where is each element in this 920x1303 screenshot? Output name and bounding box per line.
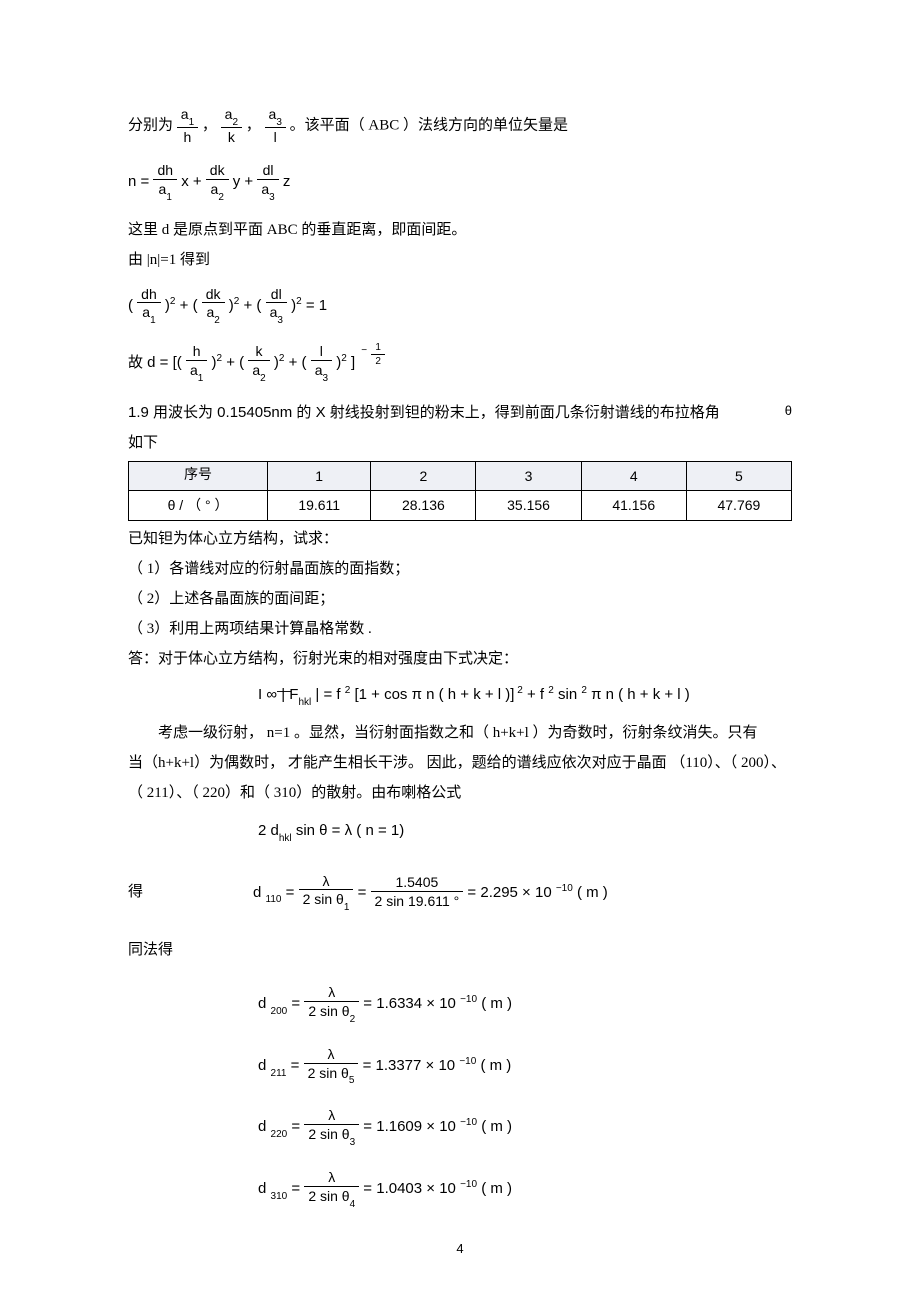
eq-bragg: 2 dhkl sin θ = λ ( n = 1) — [128, 819, 792, 845]
t: 分别为 — [128, 117, 177, 133]
eq-intensity: — I ∞ | Fhkl | = f 2 [1 + cos π n ( h + … — [128, 683, 792, 709]
p6b: （ 2）上述各晶面族的面间距； — [128, 587, 792, 611]
p7: 答：对于体心立方结构，衍射光束的相对强度由下式决定： — [128, 647, 792, 671]
p-d-distance: 这里 d 是原点到平面 ABC 的垂直距离，即面间距。 — [128, 218, 792, 242]
th-seq: 序号 — [129, 461, 268, 490]
th-theta: θ / （ ° ） — [129, 491, 268, 520]
p9: 当（h+k+l）为偶数时， 才能产生相长干涉。 因此，题给的谱线应依次对应于晶面… — [128, 751, 792, 775]
intro-line: 分别为 a1 h ， a2 k ， a3 l 。该平面（ ABC ）法线方向的单… — [128, 106, 792, 146]
eq-d220: d 220 = λ2 sin θ3 = 1.1609 × 10 −10 ( m … — [128, 1107, 792, 1147]
p6c: （ 3）利用上两项结果计算晶格常数 . — [128, 617, 792, 641]
p-n1: 由 |n|=1 得到 — [128, 248, 792, 272]
eq-d-result: 故 d = [( ha1 )2 + ( ka2 )2 + ( la3 )2 ] … — [128, 343, 792, 383]
p10: （ 211）、（ 220）和（ 310）的散射。由布喇格公式 — [128, 781, 792, 805]
table-header-row: 序号 1 2 3 4 5 — [129, 461, 792, 490]
eq-d110: 得 d 110 = λ2 sin θ1 = 1.54052 sin 19.611… — [128, 867, 792, 919]
p11: 同法得 — [128, 938, 792, 962]
theta-symbol: θ — [785, 401, 792, 422]
problem-1-9: θ 1.9 用波长为 0.15405nm 的 X 射线投射到钽的粉末上，得到前面… — [128, 401, 792, 425]
p-rx: 如下 — [128, 431, 792, 455]
eq-unit-norm: ( dha1 )2 + ( dka2 )2 + ( dla3 )2 = 1 — [128, 286, 792, 326]
eq-n-vector: n = dha1 x + dka2 y + dla3 z — [128, 162, 792, 202]
frac-a3l: a3 l — [265, 106, 286, 146]
frac-a2k: a2 k — [221, 106, 242, 146]
got-label: 得 — [128, 880, 143, 904]
p8: 考虑一级衍射， n=1 。显然，当衍射面指数之和（ h+k+l ）为奇数时，衍射… — [128, 721, 792, 745]
p6a: （ 1）各谱线对应的衍射晶面族的面指数； — [128, 557, 792, 581]
eq-d310: d 310 = λ2 sin θ4 = 1.0403 × 10 −10 ( m … — [128, 1169, 792, 1209]
frac-a1h: a1 h — [177, 106, 198, 146]
eq-d211: d 211 = λ2 sin θ5 = 1.3377 × 10 −10 ( m … — [128, 1046, 792, 1086]
p6: 已知钽为体心立方结构，试求： — [128, 527, 792, 551]
bragg-table: 序号 1 2 3 4 5 θ / （ ° ） 19.611 28.136 35.… — [128, 461, 792, 521]
table-data-row: θ / （ ° ） 19.611 28.136 35.156 41.156 47… — [129, 491, 792, 520]
eq-d200: d 200 = λ2 sin θ2 = 1.6334 × 10 −10 ( m … — [128, 984, 792, 1024]
page-number: 4 — [128, 1239, 792, 1260]
